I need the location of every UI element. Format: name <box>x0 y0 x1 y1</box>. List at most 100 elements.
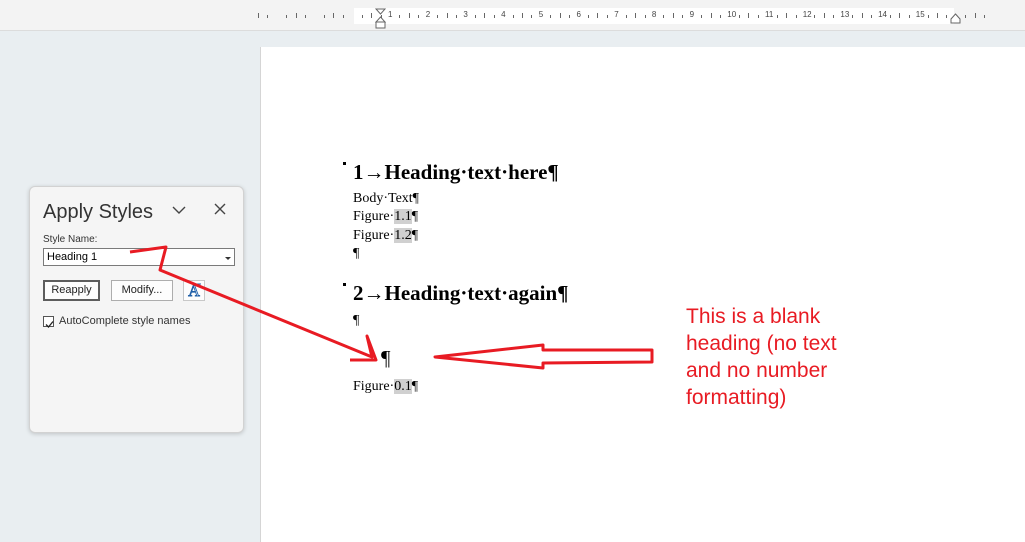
ruler-tick <box>748 13 750 18</box>
ruler-tick <box>625 15 627 18</box>
ruler-number: 10 <box>727 10 737 19</box>
figure-number-field: 0.1 <box>394 379 412 394</box>
style-name-label: Style Name: <box>43 234 98 245</box>
ruler-number: 11 <box>765 10 774 19</box>
ruler-number: 6 <box>576 10 581 19</box>
blank-heading[interactable]: ¶ <box>381 346 391 371</box>
body-text-paragraph[interactable]: Body·Text¶ <box>353 191 419 207</box>
ruler-tick <box>927 15 929 18</box>
indent-markers-icon[interactable] <box>375 8 386 29</box>
right-indent-marker-icon[interactable] <box>950 13 961 24</box>
checkmark-icon <box>45 321 54 328</box>
ruler-tick <box>644 15 646 18</box>
ruler-number: 14 <box>878 10 887 19</box>
chevron-down-icon[interactable] <box>172 204 186 216</box>
ruler-tick <box>305 15 307 18</box>
ruler-tick <box>757 15 759 18</box>
autocomplete-checkbox[interactable] <box>43 316 54 328</box>
ruler-tick <box>701 15 703 18</box>
ruler-number: 7 <box>614 10 619 19</box>
modify-button[interactable]: Modify... <box>111 280 173 301</box>
heading-marker <box>343 283 346 286</box>
ruler-number: 5 <box>538 10 544 19</box>
ruler-tick <box>408 13 410 18</box>
ruler-tick <box>550 15 552 18</box>
figure-caption-prefix: Figure· <box>353 209 395 224</box>
figure-number-field: 1.1 <box>394 209 412 224</box>
autocomplete-label: AutoComplete style names <box>59 315 191 327</box>
ruler-tick <box>531 15 533 18</box>
empty-paragraph[interactable]: ¶ <box>353 313 359 329</box>
ruler-tick <box>720 15 722 18</box>
ruler-tick <box>342 15 344 18</box>
ruler-tick <box>597 13 599 18</box>
reapply-button[interactable]: Reapply <box>43 280 100 301</box>
ruler-tick <box>635 13 637 18</box>
heading-1[interactable]: 1→Heading·text·here¶ <box>353 160 559 185</box>
ruler-tick <box>456 15 458 18</box>
ruler-tick <box>588 15 590 18</box>
ruler-tick <box>437 15 439 18</box>
paragraph-mark: ¶ <box>411 209 419 224</box>
style-name-input[interactable] <box>43 248 223 266</box>
ruler-tick <box>861 13 863 18</box>
ruler-tick <box>776 15 778 18</box>
ruler-tick <box>833 15 835 18</box>
ruler-tick <box>870 15 872 18</box>
ruler-number: 13 <box>840 10 850 19</box>
ruler-tick <box>267 15 269 18</box>
figure-caption-1-2[interactable]: Figure·1.2¶ <box>353 228 418 244</box>
ruler-number: 4 <box>501 10 506 19</box>
ruler-tick <box>569 15 571 18</box>
ruler-number: 12 <box>802 10 812 19</box>
ruler-tick <box>559 13 561 18</box>
ruler-tick <box>974 13 976 18</box>
ruler-tick <box>474 15 476 18</box>
horizontal-ruler[interactable]: 1 2 3 4 5 6 7 8 9 10 11 12 13 14 15 <box>0 0 1025 31</box>
ruler-tick <box>795 15 797 18</box>
heading-2[interactable]: 2→Heading·text·again¶ <box>353 281 569 306</box>
ruler-tick <box>371 13 373 18</box>
pane-title: Apply Styles <box>43 201 154 223</box>
apply-styles-pane: Apply Styles Style Name: Reapply Modify.… <box>29 186 244 433</box>
ruler-tick <box>522 13 524 18</box>
ruler-tick <box>682 15 684 18</box>
styles-pane-icon[interactable]: A <box>183 280 205 301</box>
ruler-tick <box>672 13 674 18</box>
ruler-tick <box>512 15 514 18</box>
annotation-line: heading (no text <box>686 332 837 355</box>
empty-paragraph[interactable]: ¶ <box>353 246 359 262</box>
figure-caption-0-1[interactable]: Figure·0.1¶ <box>353 379 418 395</box>
ruler-tick <box>380 15 382 18</box>
ruler-number: 1 <box>388 10 393 19</box>
ruler-tick <box>418 15 420 18</box>
ruler-tick <box>286 15 288 18</box>
figure-caption-prefix: Figure· <box>353 379 395 394</box>
svg-text:A: A <box>188 283 200 300</box>
ruler-number: 8 <box>651 10 657 19</box>
ruler-tick <box>361 15 363 18</box>
ruler-number: 3 <box>463 10 468 19</box>
figure-number-field: 1.2 <box>394 228 412 243</box>
ruler-tick <box>984 15 986 18</box>
paragraph-mark: ¶ <box>411 379 419 394</box>
figure-caption-1-1[interactable]: Figure·1.1¶ <box>353 209 418 225</box>
annotation-line: formatting) <box>686 386 787 409</box>
ruler-tick <box>889 15 891 18</box>
ruler-tick <box>936 13 938 18</box>
ruler-tick <box>899 13 901 18</box>
annotation-line: and no number <box>686 359 828 382</box>
ruler-tick <box>606 15 608 18</box>
ruler-tick <box>446 13 448 18</box>
ruler-tick <box>258 13 259 18</box>
style-name-dropdown[interactable] <box>221 248 235 266</box>
ruler-tick <box>493 15 495 18</box>
ruler-tick <box>333 13 335 18</box>
close-icon[interactable] <box>214 203 226 215</box>
ruler-tick <box>324 15 325 18</box>
ruler-tick <box>814 15 816 18</box>
ruler-tick <box>823 13 825 18</box>
heading-marker <box>343 162 346 165</box>
ruler-number: 9 <box>689 10 695 19</box>
paragraph-mark: ¶ <box>411 228 419 243</box>
